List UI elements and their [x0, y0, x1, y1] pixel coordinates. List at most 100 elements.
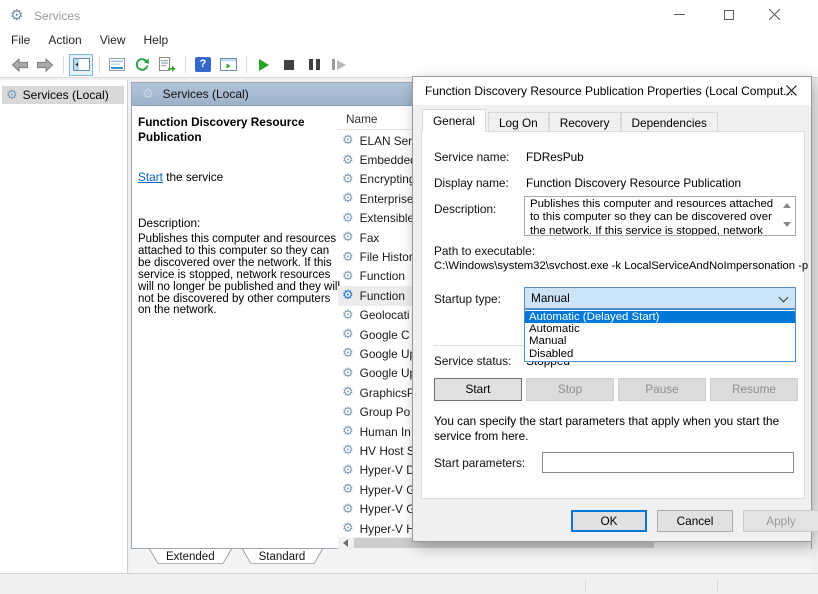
dropdown-option[interactable]: Automatic: [525, 323, 795, 335]
service-gear-icon: ⚙: [342, 289, 354, 302]
statusbar-divider: [585, 579, 586, 593]
path-to-executable-value: C:\Windows\system32\svchost.exe -k Local…: [434, 260, 800, 272]
forward-button[interactable]: [33, 54, 57, 76]
service-row-label: File Histor: [360, 250, 413, 264]
toolbar-separator: [63, 56, 64, 74]
close-icon: [769, 9, 780, 20]
tree-item-services-local[interactable]: ⚙ Services (Local): [2, 86, 124, 104]
apply-button[interactable]: Apply: [743, 510, 818, 532]
dropdown-option[interactable]: Automatic (Delayed Start): [525, 311, 795, 323]
back-button[interactable]: [8, 54, 32, 76]
service-gear-icon: ⚙: [342, 386, 354, 399]
cancel-button[interactable]: Cancel: [657, 510, 733, 532]
start-parameters-label: Start parameters:: [434, 456, 525, 470]
service-gear-icon: ⚙: [342, 522, 354, 535]
general-tab-page: Service name: FDResPub Display name: Fun…: [421, 131, 805, 499]
services-app-icon: ⚙: [10, 7, 27, 24]
stop-service-button[interactable]: [277, 54, 301, 76]
properties-icon: [109, 58, 125, 71]
maximize-icon: [724, 10, 734, 20]
description-label: Description:: [138, 216, 340, 230]
ok-button[interactable]: OK: [571, 510, 647, 532]
startup-type-label: Startup type:: [434, 292, 501, 306]
chevron-down-icon: [779, 293, 789, 303]
service-row-label: Google C: [360, 328, 410, 342]
service-row-label: Embedded: [360, 153, 417, 167]
help-button[interactable]: ?: [191, 54, 215, 76]
stop-service-button[interactable]: Stop: [526, 378, 614, 401]
dialog-tab-log-on[interactable]: Log On: [488, 112, 549, 132]
menu-bar: FileActionViewHelp: [0, 30, 818, 52]
service-gear-icon: ⚙: [342, 367, 354, 380]
dialog-title: Function Discovery Resource Publication …: [425, 84, 793, 98]
close-button[interactable]: [757, 0, 791, 29]
minimize-button[interactable]: [662, 0, 696, 29]
service-row-label: Hyper-V G: [360, 483, 416, 497]
toolbar: ?: [0, 52, 818, 78]
service-row-label: Human In: [360, 425, 411, 439]
start-service-suffix: the service: [163, 170, 223, 184]
export-list-button[interactable]: [155, 54, 179, 76]
services-mmc-window: { "titlebar": { "title": "Services" }, "…: [0, 0, 818, 594]
service-row-label: Extensible: [360, 211, 414, 225]
menu-item-file[interactable]: File: [2, 30, 39, 52]
scroll-down-icon[interactable]: [783, 222, 791, 227]
view-tab-standard[interactable]: Standard: [242, 549, 323, 569]
descbox-scroll-arrows[interactable]: [781, 199, 793, 235]
service-row-label: Function: [360, 289, 405, 303]
service-gear-icon: ⚙: [342, 347, 354, 360]
resume-service-button[interactable]: Resume: [710, 378, 798, 401]
dialog-tab-general[interactable]: General: [422, 109, 486, 132]
path-to-executable-label: Path to executable:: [434, 244, 535, 258]
dialog-close-button[interactable]: [773, 77, 809, 103]
pause-service-button[interactable]: [302, 54, 326, 76]
dialog-description-box[interactable]: Publishes this computer and resources at…: [524, 196, 796, 236]
service-row-label: Hyper-V H: [360, 522, 415, 536]
service-gear-icon: ⚙: [342, 251, 354, 264]
view-tabs: Extended Standard: [131, 549, 812, 573]
service-gear-icon: ⚙: [342, 192, 354, 205]
menu-item-view[interactable]: View: [91, 30, 135, 52]
service-row-label: Enterprise: [360, 192, 414, 206]
restart-service-button[interactable]: [327, 54, 351, 76]
service-name-value: FDResPub: [526, 150, 584, 164]
start-service-line: Start the service: [138, 170, 340, 184]
service-row-label: Encrypting: [360, 172, 416, 186]
properties-button[interactable]: [105, 54, 129, 76]
view-tab-extended[interactable]: Extended: [149, 549, 232, 569]
service-gear-icon: ⚙: [342, 173, 354, 186]
start-service-link[interactable]: Start: [138, 170, 163, 184]
service-gear-icon: ⚙: [342, 406, 354, 419]
service-row-label: GraphicsP: [360, 386, 415, 400]
maximize-button[interactable]: [712, 0, 746, 29]
service-gear-icon: ⚙: [342, 154, 354, 167]
menu-item-help[interactable]: Help: [135, 30, 178, 52]
action-pane-icon: [220, 58, 237, 71]
console-tree-icon: [73, 58, 90, 71]
title-bar: ⚙ Services: [0, 0, 818, 30]
show-console-tree-button[interactable]: [69, 54, 93, 76]
start-parameters-input[interactable]: [542, 452, 794, 473]
scroll-left-icon[interactable]: [343, 539, 348, 547]
dropdown-option[interactable]: Disabled: [525, 348, 795, 360]
startup-type-combobox[interactable]: Manual: [524, 287, 796, 309]
show-action-pane-button[interactable]: [216, 54, 240, 76]
toolbar-separator: [185, 56, 186, 74]
service-gear-icon: ⚙: [342, 212, 354, 225]
refresh-button[interactable]: [130, 54, 154, 76]
pause-service-button[interactable]: Pause: [618, 378, 706, 401]
start-service-button[interactable]: [252, 54, 276, 76]
display-name-value: Function Discovery Resource Publication: [526, 176, 741, 190]
service-status-label: Service status:: [434, 354, 511, 368]
scroll-up-icon[interactable]: [783, 203, 791, 208]
tree-item-label: Services (Local): [23, 88, 109, 102]
service-row-label: ELAN Serv: [360, 134, 418, 148]
menu-item-action[interactable]: Action: [39, 30, 90, 52]
window-title: Services: [34, 9, 80, 23]
service-row-label: HV Host S: [360, 444, 415, 458]
status-bar: [0, 573, 818, 594]
dialog-tab-dependencies[interactable]: Dependencies: [621, 112, 718, 132]
dialog-tab-recovery[interactable]: Recovery: [549, 112, 621, 132]
dropdown-option[interactable]: Manual: [525, 335, 795, 347]
start-service-button[interactable]: Start: [434, 378, 522, 401]
